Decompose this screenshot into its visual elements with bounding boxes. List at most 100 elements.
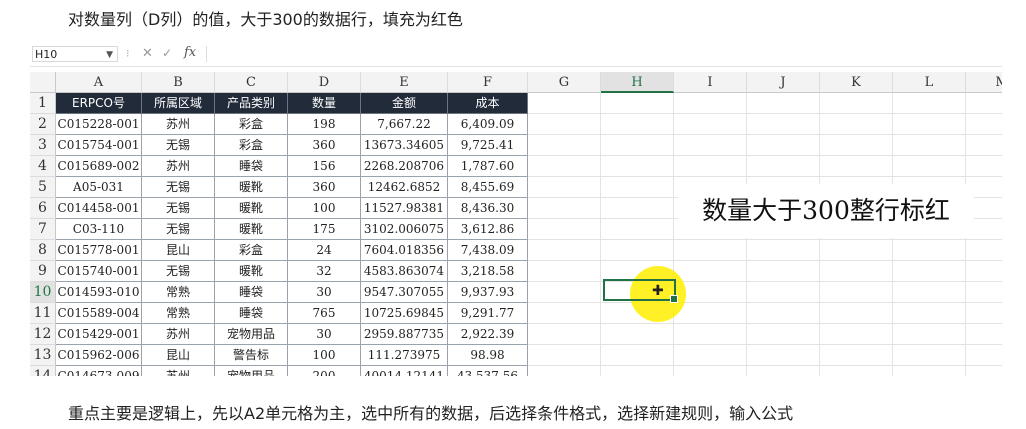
cell[interactable] <box>966 282 1002 303</box>
cell[interactable] <box>966 114 1002 135</box>
cell[interactable] <box>674 156 747 177</box>
cell[interactable] <box>893 345 966 366</box>
row-header-4[interactable]: 4 <box>30 156 56 177</box>
column-header-i[interactable]: I <box>674 72 747 93</box>
column-header-m[interactable]: M <box>966 72 1002 93</box>
name-box[interactable]: H10 ▼ <box>32 46 118 62</box>
cell[interactable] <box>601 156 674 177</box>
column-header-f[interactable]: F <box>448 72 528 93</box>
cell[interactable] <box>820 324 893 345</box>
table-cell[interactable]: 11527.98381 <box>361 198 448 219</box>
function-icon[interactable]: fx <box>184 45 196 60</box>
cell[interactable] <box>528 177 601 198</box>
cell[interactable] <box>966 135 1002 156</box>
table-cell[interactable]: C014458-001 <box>56 198 142 219</box>
cell[interactable] <box>966 156 1002 177</box>
table-cell[interactable]: 彩盒 <box>215 114 288 135</box>
cell[interactable] <box>893 135 966 156</box>
table-cell[interactable]: 苏州 <box>142 366 215 376</box>
table-cell[interactable]: C015778-001 <box>56 240 142 261</box>
cell[interactable] <box>601 366 674 376</box>
cell[interactable] <box>528 135 601 156</box>
table-cell[interactable]: 4583.863074 <box>361 261 448 282</box>
cell[interactable] <box>601 219 674 240</box>
table-cell[interactable]: 156 <box>288 156 361 177</box>
table-cell[interactable]: 2,922.39 <box>448 324 528 345</box>
table-cell[interactable]: 13673.34605 <box>361 135 448 156</box>
cancel-icon[interactable]: ✕ <box>142 46 153 61</box>
cell[interactable] <box>820 114 893 135</box>
cell[interactable] <box>893 93 966 114</box>
cell[interactable] <box>601 240 674 261</box>
cell[interactable] <box>893 282 966 303</box>
table-cell[interactable]: 9,937.93 <box>448 282 528 303</box>
cell[interactable] <box>966 303 1002 324</box>
row-header-13[interactable]: 13 <box>30 345 56 366</box>
table-cell[interactable]: 无锡 <box>142 177 215 198</box>
cell[interactable] <box>674 324 747 345</box>
cell[interactable] <box>601 114 674 135</box>
cell[interactable] <box>820 93 893 114</box>
row-header-9[interactable]: 9 <box>30 261 56 282</box>
row-header-12[interactable]: 12 <box>30 324 56 345</box>
table-cell[interactable]: 111.273975 <box>361 345 448 366</box>
cell[interactable] <box>528 156 601 177</box>
row-header-7[interactable]: 7 <box>30 219 56 240</box>
table-cell[interactable]: 警告标 <box>215 345 288 366</box>
table-cell[interactable]: 198 <box>288 114 361 135</box>
table-cell[interactable]: C015689-002 <box>56 156 142 177</box>
cell[interactable] <box>528 261 601 282</box>
cell[interactable] <box>528 114 601 135</box>
table-cell[interactable]: 30 <box>288 282 361 303</box>
table-cell[interactable]: 昆山 <box>142 240 215 261</box>
table-cell[interactable]: C015429-001 <box>56 324 142 345</box>
table-cell[interactable]: 6,409.09 <box>448 114 528 135</box>
table-cell[interactable]: 宠物用品 <box>215 324 288 345</box>
table-cell[interactable]: 3102.006075 <box>361 219 448 240</box>
table-cell[interactable]: 彩盒 <box>215 240 288 261</box>
cell[interactable] <box>528 324 601 345</box>
cell[interactable] <box>528 93 601 114</box>
cell[interactable] <box>966 366 1002 376</box>
table-cell[interactable]: 360 <box>288 177 361 198</box>
column-header-j[interactable]: J <box>747 72 820 93</box>
table-cell[interactable]: 睡袋 <box>215 282 288 303</box>
chevron-down-icon[interactable]: ▼ <box>106 47 113 63</box>
cell[interactable] <box>601 324 674 345</box>
table-cell[interactable]: 苏州 <box>142 156 215 177</box>
table-cell[interactable]: 98.98 <box>448 345 528 366</box>
row-header-8[interactable]: 8 <box>30 240 56 261</box>
column-header-k[interactable]: K <box>820 72 893 93</box>
table-cell[interactable]: C015589-004 <box>56 303 142 324</box>
cell[interactable] <box>747 303 820 324</box>
column-header-h[interactable]: H <box>601 72 674 93</box>
table-cell[interactable]: 无锡 <box>142 261 215 282</box>
table-cell[interactable]: 24 <box>288 240 361 261</box>
cell[interactable] <box>966 261 1002 282</box>
table-cell[interactable]: 7,438.09 <box>448 240 528 261</box>
row-header-5[interactable]: 5 <box>30 177 56 198</box>
spreadsheet[interactable]: H10 ▼ ⁝ ✕ ✓ fx ABCDEFGHIJKLM123456789101… <box>30 44 1002 376</box>
cell[interactable] <box>674 261 747 282</box>
table-cell[interactable]: 9,291.77 <box>448 303 528 324</box>
row-header-3[interactable]: 3 <box>30 135 56 156</box>
cell[interactable] <box>528 198 601 219</box>
cell[interactable] <box>747 282 820 303</box>
cell[interactable] <box>674 114 747 135</box>
cell[interactable] <box>674 345 747 366</box>
row-header-14[interactable]: 14 <box>30 366 56 376</box>
table-cell[interactable]: 32 <box>288 261 361 282</box>
table-cell[interactable]: 暖靴 <box>215 198 288 219</box>
column-header-g[interactable]: G <box>528 72 601 93</box>
cell[interactable] <box>747 93 820 114</box>
cell[interactable] <box>528 240 601 261</box>
cell[interactable] <box>747 345 820 366</box>
cell[interactable] <box>528 303 601 324</box>
table-cell[interactable]: 常熟 <box>142 303 215 324</box>
cell[interactable] <box>747 114 820 135</box>
row-header-6[interactable]: 6 <box>30 198 56 219</box>
cell[interactable] <box>601 177 674 198</box>
cell[interactable] <box>747 240 820 261</box>
table-cell[interactable]: C015740-001 <box>56 261 142 282</box>
column-header-b[interactable]: B <box>142 72 215 93</box>
